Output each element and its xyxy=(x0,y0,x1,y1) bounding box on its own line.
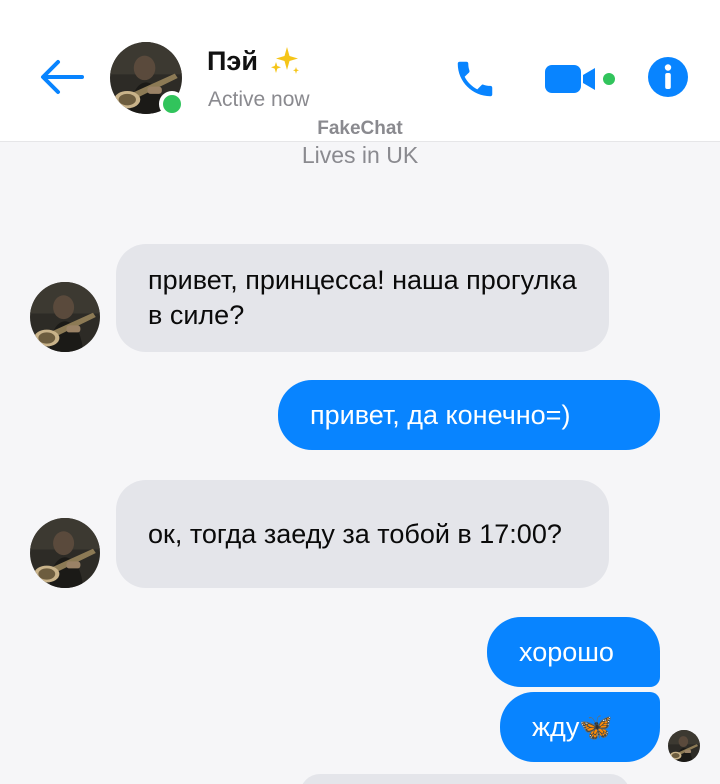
arrow-left-icon xyxy=(41,60,84,94)
message-bubble-incoming[interactable]: привет, принцесса! наша прогулка в силе? xyxy=(116,244,609,352)
info-icon xyxy=(648,57,688,97)
message-bubble-outgoing[interactable]: хорошо xyxy=(487,617,660,687)
message-bubble-incoming[interactable]: ок, тогда заеду за тобой в 17:00? xyxy=(116,480,609,588)
sparkles-icon xyxy=(271,47,299,74)
message-bubble-outgoing[interactable]: привет, да конечно=) xyxy=(278,380,660,450)
online-indicator xyxy=(159,91,185,117)
message-bubble-outgoing[interactable]: жду🦋 xyxy=(500,692,660,762)
sender-avatar[interactable] xyxy=(30,282,100,352)
phone-icon xyxy=(457,61,493,97)
back-button[interactable] xyxy=(38,58,86,96)
presence-status: Active now xyxy=(208,88,310,111)
info-button[interactable] xyxy=(647,56,689,98)
watermark-brand: FakeChat xyxy=(317,118,403,139)
read-receipt-avatar xyxy=(668,730,700,762)
contact-name[interactable]: Пэй xyxy=(207,46,258,77)
video-camera-icon xyxy=(545,65,615,93)
sender-avatar[interactable] xyxy=(30,518,100,588)
call-button[interactable] xyxy=(452,56,498,102)
video-call-button[interactable] xyxy=(543,61,623,97)
watermark-subtitle: Lives in UK xyxy=(301,142,419,168)
message-bubble-partial xyxy=(300,774,630,784)
